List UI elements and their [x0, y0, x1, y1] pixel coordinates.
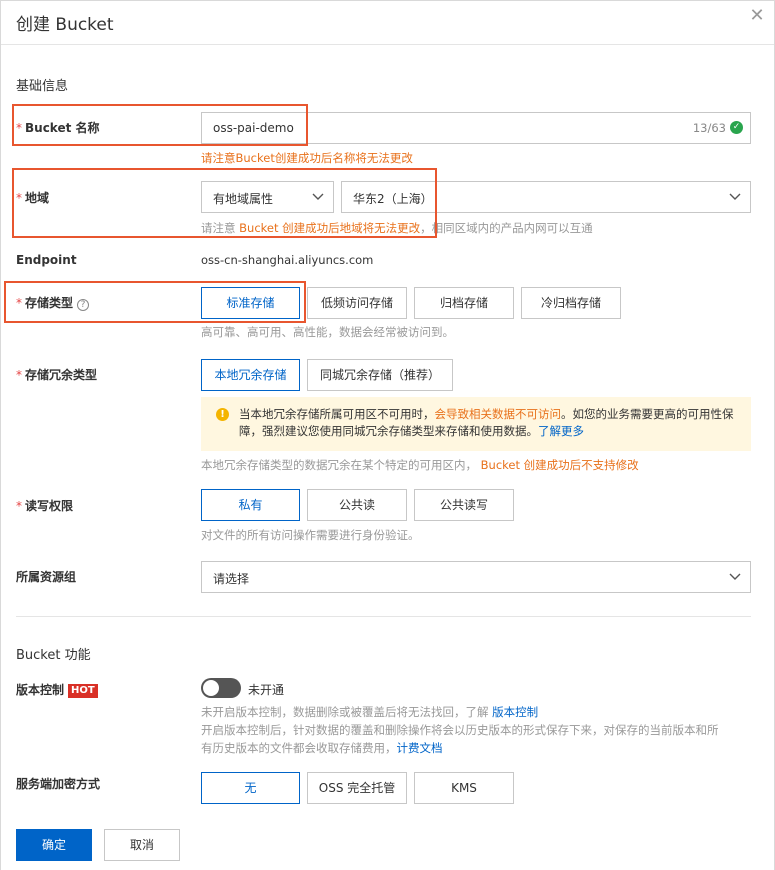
acl-public-read-write[interactable]: 公共读写	[414, 489, 514, 521]
chevron-down-icon	[729, 193, 741, 200]
versioning-hint-2: 开启版本控制后，针对数据的覆盖和删除操作将会以历史版本的形式保存下来，对保存的当…	[201, 723, 719, 737]
confirm-button[interactable]: 确定	[16, 829, 92, 861]
resource-group-placeholder: 请选择	[213, 572, 250, 586]
storage-class-cold-archive[interactable]: 冷归档存储	[521, 287, 621, 319]
chevron-down-icon	[729, 573, 741, 580]
versioning-label: 版本控制 HOT	[16, 681, 98, 698]
dialog-header: 创建 Bucket ✕	[1, 1, 774, 45]
resource-group-select[interactable]: 请选择	[201, 561, 751, 593]
versioning-hint-1: 未开启版本控制，数据删除或被覆盖后将无法找回，了解 版本控制	[201, 705, 539, 719]
section-bucket-features: Bucket 功能	[16, 648, 91, 663]
encryption-none[interactable]: 无	[201, 772, 300, 804]
section-divider	[16, 616, 751, 617]
create-bucket-dialog: 创建 Bucket ✕ 基础信息 * Bucket 名称 oss-pai-demo…	[0, 0, 775, 870]
versioning-toggle[interactable]	[201, 678, 241, 698]
check-circle-icon: ✓	[730, 121, 743, 134]
storage-class-archive[interactable]: 归档存储	[414, 287, 514, 319]
cancel-button[interactable]: 取消	[104, 829, 180, 861]
versioning-link[interactable]: 版本控制	[492, 705, 538, 719]
redundancy-zrs[interactable]: 同城冗余存储（推荐）	[307, 359, 453, 391]
storage-class-hint: 高可靠、高可用、高性能，数据会经常被访问到。	[201, 325, 454, 339]
warning-icon: !	[216, 408, 229, 421]
redundancy-label: * 存储冗余类型	[16, 368, 98, 382]
endpoint-label: Endpoint	[16, 253, 77, 267]
storage-class-ia[interactable]: 低频访问存储	[307, 287, 407, 319]
redundancy-lrs[interactable]: 本地冗余存储	[201, 359, 300, 391]
bucket-name-hint: 请注意Bucket创建成功后名称将无法更改	[201, 151, 413, 165]
versioning-state: 未开通	[248, 683, 285, 697]
highlight-box-storage	[4, 281, 306, 323]
bucket-name-count: 13/63	[692, 121, 726, 135]
redundancy-hint: 本地冗余存储类型的数据冗余在某个特定的可用区内， Bucket 创建成功后不支持…	[201, 458, 639, 472]
dialog-title: 创建 Bucket	[16, 15, 114, 35]
dialog-footer: 确定 取消	[1, 813, 774, 870]
acl-public-read[interactable]: 公共读	[307, 489, 407, 521]
redundancy-alert: ! 当本地冗余存储所属可用区不可用时，会导致相关数据不可访问。如您的业务需要更高…	[201, 397, 751, 451]
acl-hint: 对文件的所有访问操作需要进行身份验证。	[201, 528, 420, 542]
acl-label: * 读写权限	[16, 499, 74, 513]
learn-more-link[interactable]: 了解更多	[538, 424, 584, 438]
endpoint-value: oss-cn-shanghai.aliyuncs.com	[201, 253, 374, 267]
acl-private[interactable]: 私有	[201, 489, 300, 521]
section-basic-info: 基础信息	[16, 79, 69, 94]
hot-badge: HOT	[68, 684, 98, 698]
encryption-oss-managed[interactable]: OSS 完全托管	[307, 772, 407, 804]
redundancy-alert-text: 当本地冗余存储所属可用区不可用时，会导致相关数据不可访问。如您的业务需要更高的可…	[239, 407, 734, 438]
encryption-kms[interactable]: KMS	[414, 772, 514, 804]
toggle-knob	[203, 680, 219, 696]
versioning-hint-3: 有历史版本的文件都会收取存储费用，计费文档	[201, 741, 443, 755]
highlight-box-region	[12, 168, 437, 238]
resource-group-label: 所属资源组	[16, 570, 77, 584]
encryption-label: 服务端加密方式	[16, 777, 101, 791]
close-icon[interactable]: ✕	[748, 7, 766, 25]
billing-doc-link[interactable]: 计费文档	[397, 741, 443, 755]
highlight-box-name	[12, 104, 308, 146]
